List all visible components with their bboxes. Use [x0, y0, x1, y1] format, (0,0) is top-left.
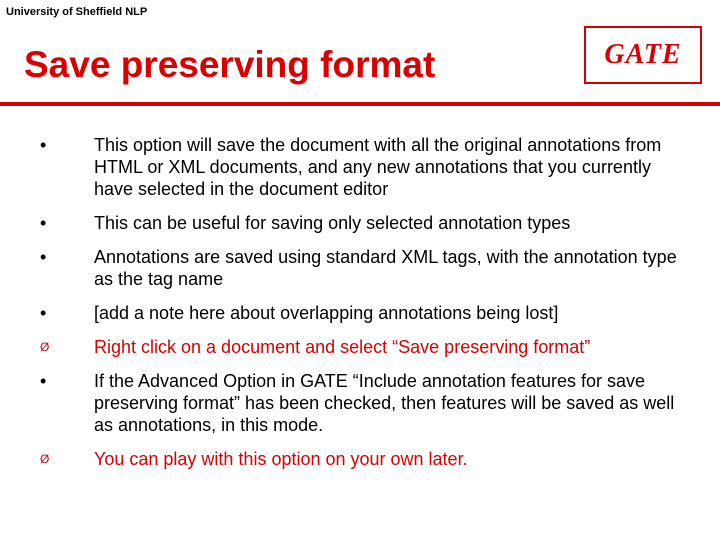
list-item: • If the Advanced Option in GATE “Includ…	[40, 370, 690, 436]
org-label: University of Sheffield NLP	[6, 6, 147, 18]
list-item: • [add a note here about overlapping ann…	[40, 302, 690, 324]
title-divider	[0, 102, 720, 106]
bullet-icon: •	[40, 302, 94, 324]
bullet-text: [add a note here about overlapping annot…	[94, 302, 690, 324]
list-item: • This can be useful for saving only sel…	[40, 212, 690, 234]
bullet-icon: •	[40, 134, 94, 156]
list-item: • This option will save the document wit…	[40, 134, 690, 200]
bullet-icon: •	[40, 370, 94, 392]
gate-logo: GATE	[584, 26, 702, 84]
slide-title: Save preserving format	[24, 44, 435, 86]
list-item: • Annotations are saved using standard X…	[40, 246, 690, 290]
arrow-icon: Ø	[40, 336, 94, 358]
bullet-text: This can be useful for saving only selec…	[94, 212, 690, 234]
list-item: Ø You can play with this option on your …	[40, 448, 690, 470]
bullet-text: This option will save the document with …	[94, 134, 690, 200]
bullet-text: Right click on a document and select “Sa…	[94, 336, 690, 358]
bullet-icon: •	[40, 212, 94, 234]
bullet-text: You can play with this option on your ow…	[94, 448, 690, 470]
arrow-icon: Ø	[40, 448, 94, 470]
bullet-text: Annotations are saved using standard XML…	[94, 246, 690, 290]
gate-logo-text: GATE	[604, 39, 681, 71]
bullet-text: If the Advanced Option in GATE “Include …	[94, 370, 690, 436]
bullet-list: • This option will save the document wit…	[40, 134, 690, 482]
bullet-icon: •	[40, 246, 94, 268]
list-item: Ø Right click on a document and select “…	[40, 336, 690, 358]
